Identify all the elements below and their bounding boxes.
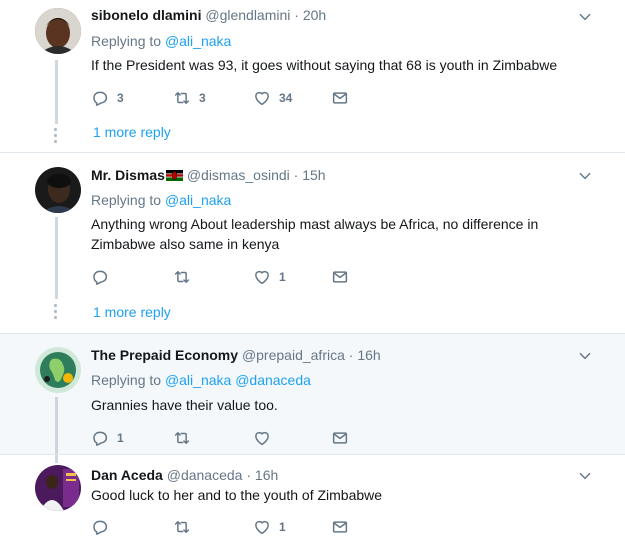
timestamp[interactable]: 20h [303,7,326,23]
retweet-count: 3 [199,91,206,105]
separator: · [348,347,354,363]
more-replies-link[interactable]: 1 more reply [93,124,171,140]
retweet-button[interactable] [173,267,199,287]
retweet-icon [173,89,191,107]
replying-to-label: Replying to [91,372,162,388]
tweet-text: If the President was 93, it goes without… [91,57,558,73]
author-handle[interactable]: @prepaid_africa [242,347,345,363]
retweet-button[interactable]: 3 [173,88,206,108]
action-bar: 1 [91,428,371,448]
reply-button[interactable] [91,267,117,287]
timestamp[interactable]: 16h [357,347,380,363]
like-button[interactable] [253,428,279,448]
chevron-down-icon[interactable] [578,169,592,183]
like-button[interactable]: 1 [253,517,286,537]
tweet-header: The Prepaid Economy @prepaid_africa · 16… [91,347,381,363]
tweet-header: sibonelo dlamini @glendlamini · 20h [91,7,326,23]
timestamp[interactable]: 15h [302,167,325,183]
mention-link[interactable]: @danaceda [235,372,311,388]
reply-tweet[interactable]: sibonelo dlamini @glendlamini · 20h Repl… [0,0,625,152]
mention-link[interactable]: @ali_naka [165,372,231,388]
thread-line [55,397,58,454]
author-name[interactable]: Dan Aceda [91,467,163,483]
retweet-icon [173,518,191,536]
author-name[interactable]: Mr. Dismas [91,167,165,183]
tweet-header: Mr. Dismas @dismas_osindi · 15h [91,167,326,183]
like-count: 1 [279,520,286,534]
action-bar: 1 [91,267,371,287]
envelope-icon [331,268,349,286]
retweet-icon [173,268,191,286]
author-handle[interactable]: @dismas_osindi [187,167,290,183]
author-name[interactable]: sibonelo dlamini [91,7,201,23]
reply-icon [91,89,109,107]
separator: · [294,7,299,23]
thread-dots [53,128,61,146]
action-bar: 1 [91,517,371,537]
thread-line [55,217,58,299]
dm-button[interactable] [331,428,357,448]
action-bar: 3 3 34 [91,88,371,108]
kenya-flag-icon [165,170,183,181]
dm-button[interactable] [331,267,357,287]
avatar[interactable] [35,8,81,54]
like-count: 1 [279,270,286,284]
timestamp[interactable]: 16h [255,467,278,483]
avatar[interactable] [35,465,81,511]
retweet-button[interactable] [173,517,199,537]
mention-link[interactable]: @ali_naka [165,192,231,208]
chevron-down-icon[interactable] [578,469,592,483]
replying-to-label: Replying to [91,192,162,208]
dm-button[interactable] [331,88,357,108]
envelope-icon [331,429,349,447]
thread-line [55,60,58,124]
reply-icon [91,268,109,286]
chevron-down-icon[interactable] [578,349,592,363]
reply-tweet[interactable]: Dan Aceda @danaceda · 16h Good luck to h… [0,455,625,543]
like-count: 34 [279,91,293,105]
reply-icon [91,518,109,536]
like-button[interactable]: 34 [253,88,292,108]
mention-link[interactable]: @ali_naka [165,33,231,49]
thread-line [55,455,58,463]
replying-to: Replying to @ali_naka @danaceda [91,372,311,388]
more-replies-link[interactable]: 1 more reply [93,304,171,320]
heart-icon [253,429,271,447]
reply-tweet[interactable]: The Prepaid Economy @prepaid_africa · 16… [0,334,625,454]
avatar[interactable] [35,167,81,213]
thread-dots [53,304,61,322]
avatar[interactable] [35,347,81,393]
tweet-text: Anything wrong About leadership mast alw… [91,216,539,252]
heart-icon [253,518,271,536]
reply-count: 3 [117,91,124,105]
reply-button[interactable]: 3 [91,88,124,108]
author-handle[interactable]: @danaceda [167,467,243,483]
tweet-text: Grannies have their value too. [91,397,278,413]
tweet-text: Good luck to her and to the youth of Zim… [91,487,383,503]
like-button[interactable]: 1 [253,267,286,287]
envelope-icon [331,89,349,107]
reply-tweet[interactable]: Mr. Dismas @dismas_osindi · 15h Replying… [0,153,625,333]
retweet-button[interactable] [173,428,199,448]
separator: · [246,467,252,483]
reply-button[interactable]: 1 [91,428,124,448]
author-handle[interactable]: @glendlamini [205,7,290,23]
reply-count: 1 [117,431,124,445]
author-name[interactable]: The Prepaid Economy [91,347,238,363]
envelope-icon [331,518,349,536]
replying-to: Replying to @ali_naka [91,192,231,208]
retweet-icon [173,429,191,447]
dm-button[interactable] [331,517,357,537]
heart-icon [253,268,271,286]
reply-button[interactable] [91,517,117,537]
replying-to-label: Replying to [91,33,162,49]
reply-icon [91,429,109,447]
replying-to: Replying to @ali_naka [91,33,231,49]
separator: · [293,167,299,183]
heart-icon [253,89,271,107]
tweet-header: Dan Aceda @danaceda · 16h [91,467,278,483]
chevron-down-icon[interactable] [578,10,592,24]
